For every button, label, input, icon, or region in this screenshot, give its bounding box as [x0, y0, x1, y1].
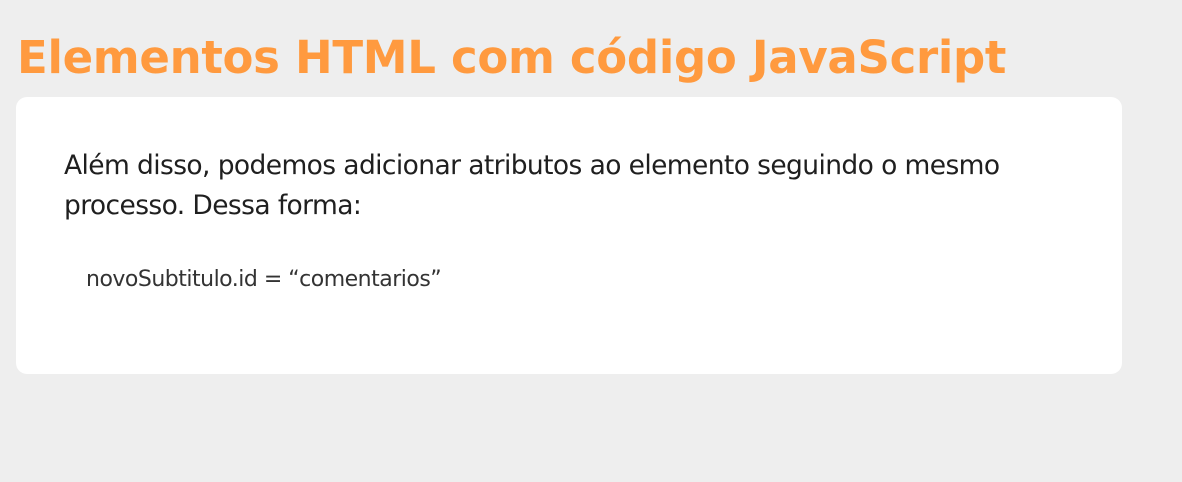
content-card: Além disso, podemos adicionar atributos …	[16, 97, 1122, 374]
body-paragraph: Além disso, podemos adicionar atributos …	[64, 150, 1000, 221]
code-snippet: novoSubtitulo.id = “comentarios”	[86, 267, 442, 292]
page-title: Elementos HTML com código JavaScript	[17, 31, 1007, 84]
